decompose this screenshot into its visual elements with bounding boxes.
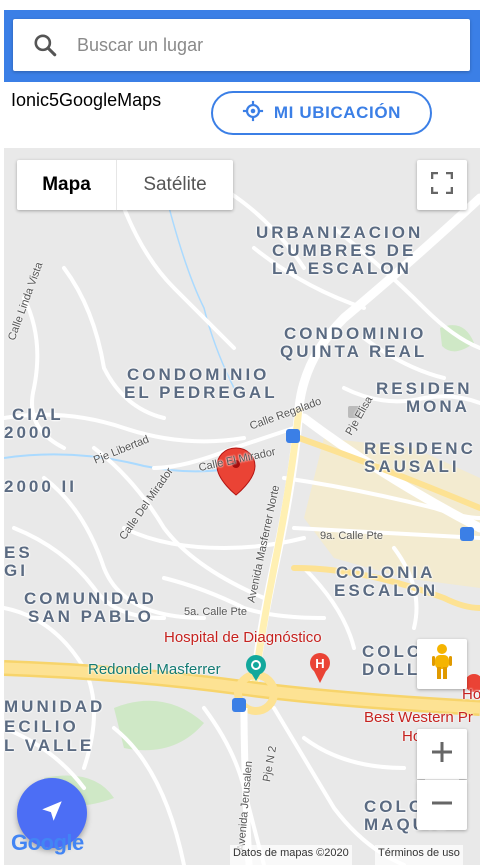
zoom-in-button[interactable] [417,729,467,779]
area-label: RESIDENC [364,439,476,458]
google-logo: Google [11,830,84,856]
search-box[interactable] [13,19,470,71]
area-label: ES [4,543,33,562]
search-input[interactable] [77,19,470,71]
pegman-icon [429,643,455,685]
map-type-satellite-button[interactable]: Satélite [116,160,233,210]
area-label: CUMBRES DE [272,241,417,260]
area-label: CONDOMINIO [284,324,427,343]
poi-best-western[interactable]: Best Western Pr [364,709,473,726]
my-location-label: MI UBICACIÓN [273,103,402,122]
area-label: LA ESCALON [272,259,412,278]
map-type-control: Mapa Satélite [17,160,233,210]
fullscreen-button[interactable] [417,160,467,210]
map-canvas[interactable]: H URBANIZACION CUMBRES DE LA ESCALON CON… [4,148,480,865]
map-type-map-button[interactable]: Mapa [17,160,116,210]
terms-link[interactable]: Términos de uso [375,845,463,865]
area-label: MUNIDAD [4,697,106,716]
title-row: Ionic5GoogleMaps MI UBICACIÓN [4,82,480,148]
street-label: 5a. Calle Pte [184,606,247,618]
street-view-button[interactable] [417,639,467,689]
area-label: GI [4,561,28,580]
area-label: CIAL [12,405,64,424]
area-label: QUINTA REAL [280,342,428,361]
area-label: ESCALON [334,581,439,600]
area-label: EL PEDREGAL [124,383,278,402]
minus-icon [431,792,453,818]
area-label: COLC [362,642,423,661]
map-data-attribution: Datos de mapas ©2020 [230,845,352,865]
my-location-button[interactable]: MI UBICACIÓN [211,91,432,135]
area-label: RESIDEN [376,379,473,398]
navigation-arrow-icon [39,798,65,828]
area-label: ECILIO [4,717,79,736]
area-label: COLONIA [336,563,436,582]
poi-hospital[interactable]: Hospital de Diagnóstico [164,629,322,646]
area-label: 2000 II [4,477,77,496]
app-header [0,0,480,82]
crosshair-icon [242,100,264,127]
fullscreen-icon [430,171,454,198]
poi-redondel[interactable]: Redondel Masferrer [88,661,221,678]
street-label: 9a. Calle Pte [320,530,383,542]
area-label: URBANIZACION [256,223,424,242]
area-label: 2000 [4,423,54,442]
area-label: MONA [406,397,470,416]
area-label: COLC [364,797,425,816]
plus-icon [431,741,453,767]
area-label: DOLL [362,660,421,679]
area-label: L VALLE [4,736,95,755]
search-icon [13,19,77,71]
app-title: Ionic5GoogleMaps [11,90,162,110]
area-label: SAN PABLO [28,607,154,626]
area-label: SAUSALI [364,457,460,476]
area-label: CONDOMINIO [127,365,270,384]
zoom-out-button[interactable] [417,780,467,830]
svg-text:H: H [315,656,324,671]
area-label: COMUNIDAD [24,589,157,608]
google-logo-text: Google [11,830,84,855]
